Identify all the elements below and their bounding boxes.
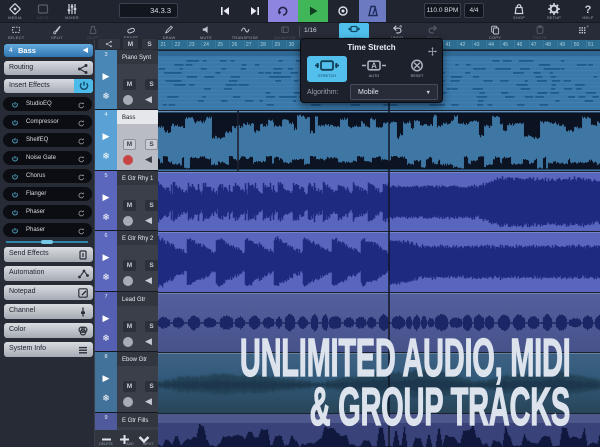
svg-text:+: + — [587, 25, 589, 30]
svg-text:A: A — [371, 61, 377, 70]
